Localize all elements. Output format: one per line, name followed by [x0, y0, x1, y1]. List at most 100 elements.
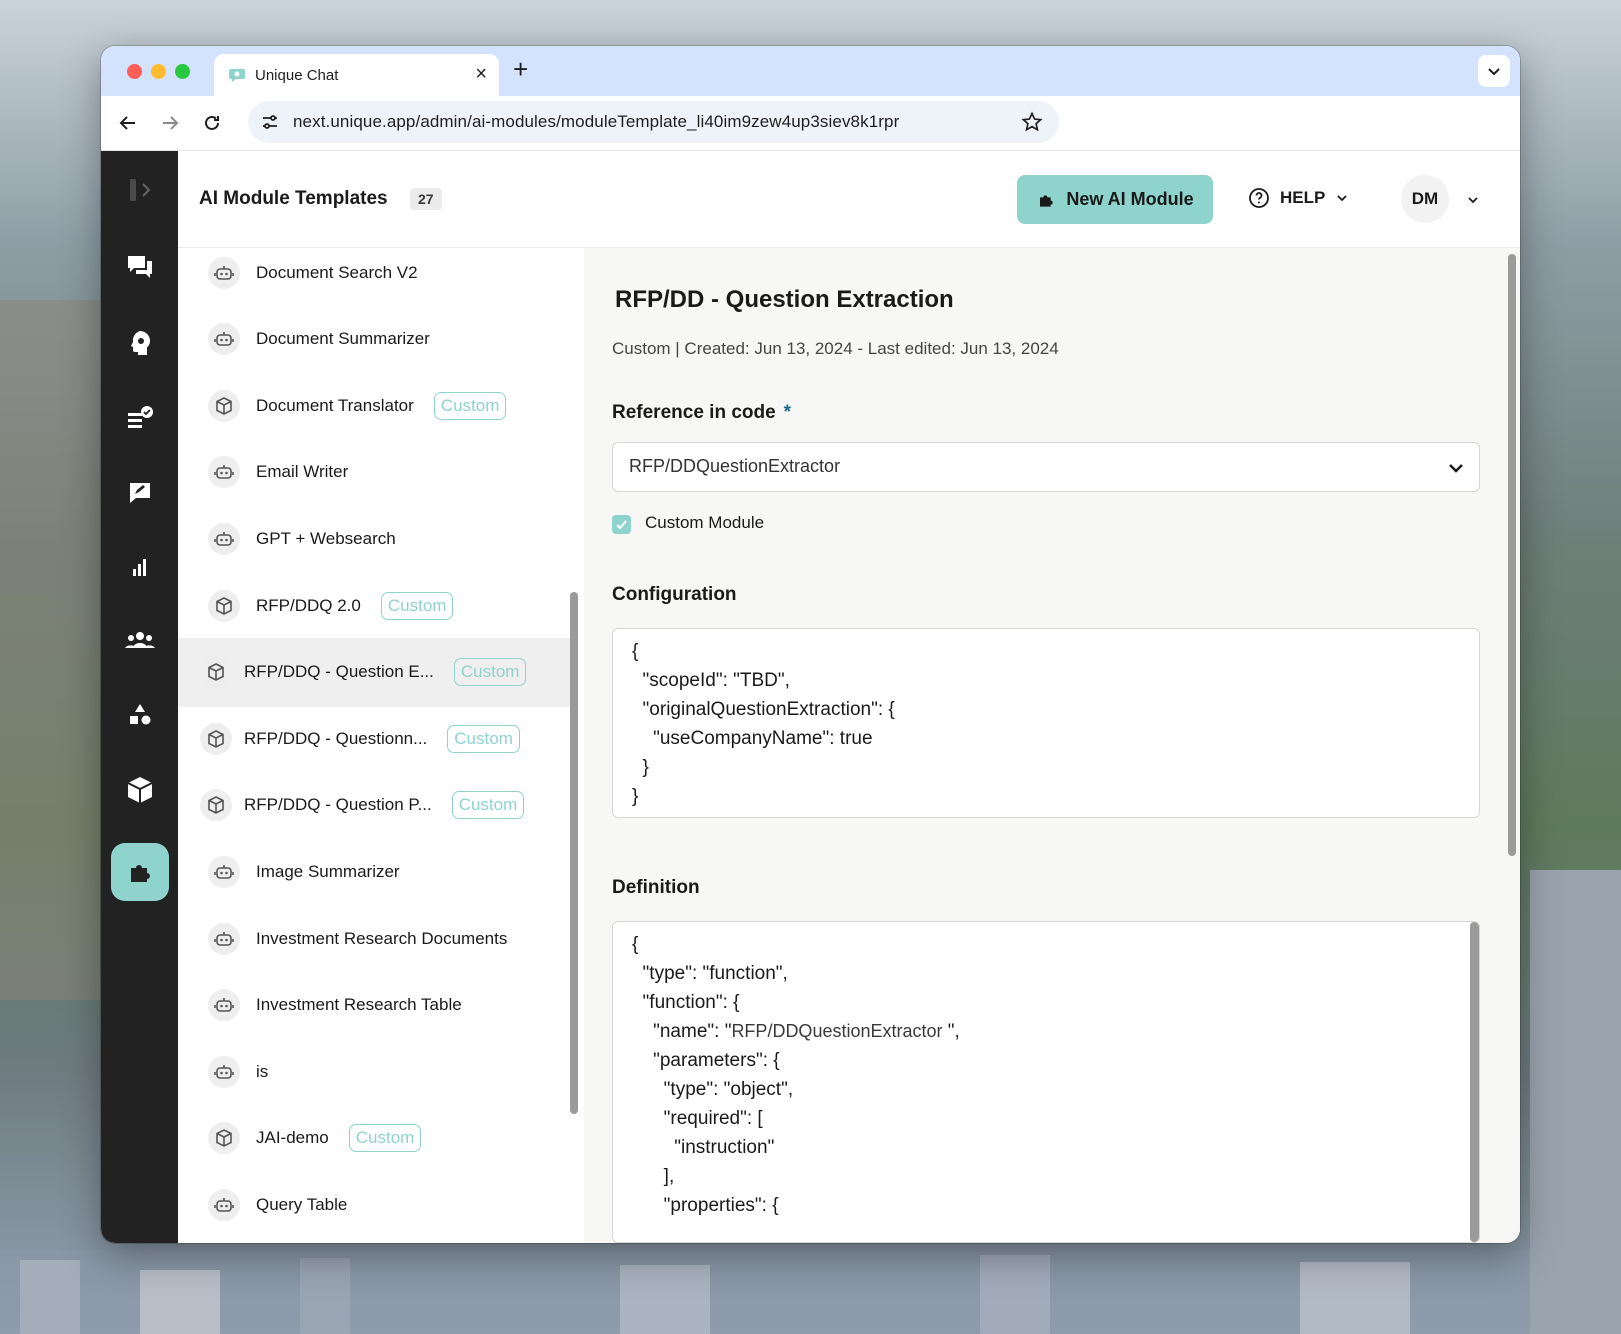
code-line: "type": "function", — [632, 963, 788, 984]
robot-icon-wrap — [208, 855, 240, 888]
package-icon-wrap — [208, 389, 240, 422]
list-item[interactable]: JAI-demo Custom — [178, 1104, 574, 1173]
package-icon-wrap — [208, 1122, 240, 1155]
site-settings-icon[interactable] — [260, 112, 280, 132]
definition-editor[interactable]: { "type": "function", "function": { "nam… — [612, 921, 1480, 1243]
robot-icon — [214, 864, 234, 879]
code-line: "type": "object", — [632, 1079, 794, 1100]
package-icon-wrap — [200, 656, 232, 689]
list-item[interactable]: Email Writer — [178, 438, 574, 507]
list-item[interactable]: Document Search V2 — [178, 248, 574, 307]
list-item[interactable]: Investment Research Documents — [178, 904, 574, 973]
bookmark-star-icon[interactable] — [1021, 111, 1043, 133]
chat-bubble-icon — [229, 69, 245, 82]
package-icon-wrap — [200, 722, 232, 755]
nav-spaces[interactable] — [111, 687, 169, 745]
custom-tag: Custom — [453, 658, 527, 687]
close-window-button[interactable] — [127, 64, 142, 79]
chevron-down-icon — [1488, 68, 1500, 76]
configuration-editor[interactable]: { "scopeId": "TBD", "originalQuestionExt… — [612, 628, 1480, 818]
bar-chart-icon — [133, 559, 146, 576]
robot-icon-wrap — [208, 1055, 240, 1088]
address-bar[interactable]: next.unique.app/admin/ai-modules/moduleT… — [248, 101, 1059, 143]
avatar[interactable]: DM — [1401, 175, 1449, 223]
module-detail: RFP/DD - Question Extraction Custom | Cr… — [584, 248, 1520, 1243]
list-item-label: Document Search V2 — [256, 262, 418, 282]
code-line-prefix: "name": " — [632, 1021, 732, 1042]
browser-tab[interactable]: Unique Chat × — [214, 54, 499, 96]
code-line: { — [632, 641, 639, 662]
package-icon — [216, 596, 232, 615]
nav-tasks[interactable] — [111, 389, 169, 447]
page-header: AI Module Templates 27 New AI Module HEL… — [178, 151, 1520, 248]
list-item[interactable]: Query Table — [178, 1170, 574, 1239]
custom-tag: Custom — [433, 391, 507, 420]
list-check-icon — [128, 406, 153, 428]
nav-packages[interactable] — [111, 761, 169, 819]
back-icon[interactable] — [115, 110, 141, 136]
list-item-label: is — [256, 1061, 269, 1081]
list-item-label: RFP/DDQ - Question E... — [244, 662, 434, 682]
nav-analytics[interactable] — [111, 538, 169, 596]
code-line: { — [632, 934, 639, 955]
maximize-window-button[interactable] — [175, 64, 190, 79]
list-item[interactable]: RFP/DDQ - Question P... Custom — [178, 771, 574, 840]
reload-icon[interactable] — [199, 110, 225, 136]
list-item[interactable]: GPT + Websearch — [178, 504, 574, 573]
list-item[interactable]: Document Translator Custom — [178, 371, 574, 440]
list-item-label: Document Summarizer — [256, 329, 430, 349]
custom-tag: Custom — [348, 1124, 422, 1153]
browser-window: Unique Chat × + next.unique.app/admin/ai… — [101, 46, 1520, 1243]
list-item[interactable]: RFP/DDQ 2.0 Custom — [178, 571, 574, 640]
browser-toolbar: next.unique.app/admin/ai-modules/moduleT… — [101, 96, 1520, 151]
nav-chat[interactable] — [111, 238, 169, 296]
nav-ai-modules[interactable] — [111, 843, 169, 901]
shapes-icon — [130, 704, 151, 725]
module-list: Document Search V2 Document Summarizer Doc… — [178, 248, 582, 1243]
tab-search-button[interactable] — [1478, 55, 1510, 87]
package-icon — [216, 1129, 232, 1148]
robot-icon-wrap — [208, 989, 240, 1022]
robot-icon-wrap — [208, 922, 240, 955]
nav-users[interactable] — [111, 612, 169, 670]
reference-label: Reference in code * — [612, 402, 791, 424]
definition-scrollbar[interactable] — [1470, 922, 1479, 1242]
robot-icon — [214, 332, 234, 346]
list-item-label: Document Translator — [256, 395, 414, 415]
checkmark-icon — [616, 520, 627, 530]
list-item[interactable]: is — [178, 1037, 574, 1106]
list-item-label: GPT + Websearch — [256, 528, 396, 548]
list-item[interactable]: RFP/DDQ - Question E... Custom — [178, 637, 574, 707]
new-ai-module-button[interactable]: New AI Module — [1017, 175, 1213, 224]
reference-select[interactable]: RFP/DDQuestionExtractor — [612, 442, 1480, 492]
code-line-suffix: ", — [942, 1021, 960, 1042]
list-item[interactable]: Investment Research Table — [178, 971, 574, 1040]
detail-scrollbar[interactable] — [1508, 254, 1516, 856]
minimize-window-button[interactable] — [151, 64, 166, 79]
url-text: next.unique.app/admin/ai-modules/moduleT… — [293, 112, 900, 131]
robot-icon-wrap — [208, 256, 240, 289]
list-item[interactable]: RFP/DDQ - Questionn... Custom — [178, 704, 574, 773]
code-line: } — [632, 757, 649, 778]
robot-icon — [214, 1064, 234, 1079]
robot-icon — [214, 265, 234, 280]
chevron-down-icon[interactable] — [1466, 193, 1480, 207]
tab-close-icon[interactable]: × — [475, 63, 487, 86]
list-item-label: JAI-demo — [256, 1128, 329, 1148]
help-label: HELP — [1280, 188, 1326, 207]
nav-prompts[interactable] — [111, 464, 169, 522]
list-item-label: RFP/DDQ 2.0 — [256, 595, 361, 615]
package-icon-wrap — [208, 589, 240, 622]
definition-name-value: RFP/DDQuestionExtractor — [731, 1021, 943, 1041]
custom-module-checkbox[interactable] — [612, 515, 631, 534]
help-menu-button[interactable]: HELP — [1248, 187, 1349, 209]
custom-tag: Custom — [447, 724, 520, 753]
list-item[interactable]: Image Summarizer — [178, 837, 574, 906]
forward-icon[interactable] — [157, 110, 183, 136]
list-item[interactable]: Document Summarizer — [178, 305, 574, 374]
sidebar-toggle-button[interactable] — [111, 161, 169, 219]
new-tab-button[interactable]: + — [513, 54, 528, 85]
nav-knowledge[interactable] — [111, 314, 169, 372]
code-line: } — [632, 786, 639, 807]
list-scrollbar[interactable] — [570, 592, 578, 1114]
